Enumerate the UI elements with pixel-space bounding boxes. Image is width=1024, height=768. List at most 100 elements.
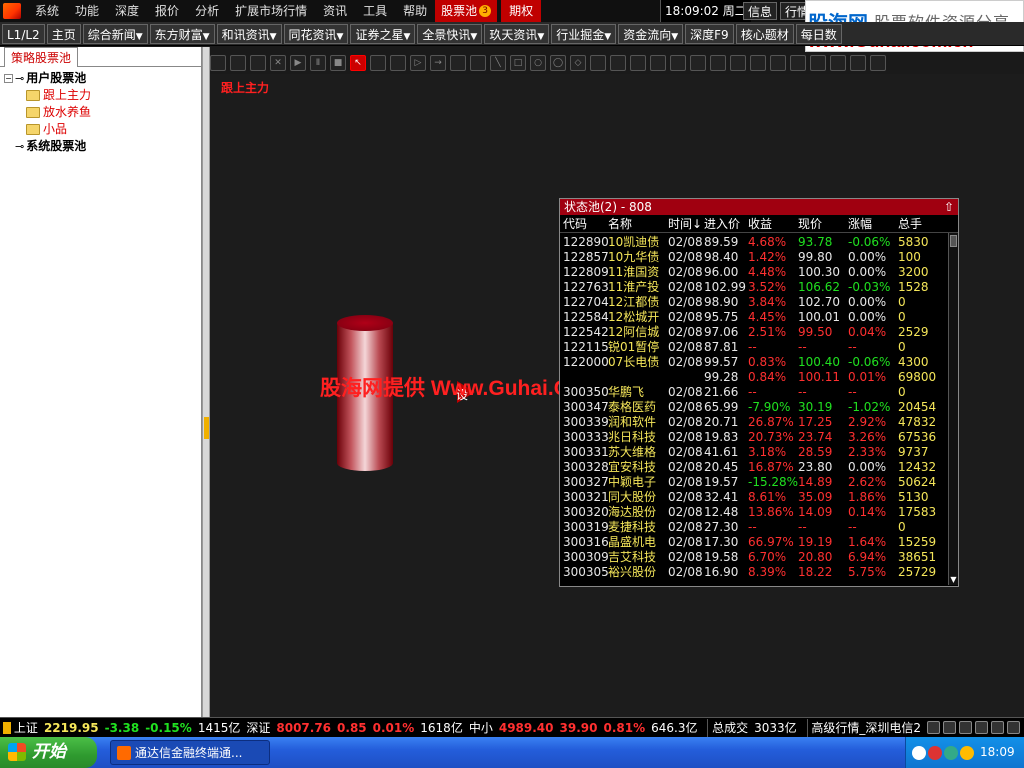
table-row[interactable]: 122809 11淮国资 02/08 96.00 4.48% 100.30 0.00% 320… xyxy=(560,265,958,280)
panorama-button[interactable]: 全景快讯▼ xyxy=(417,23,483,44)
align-bottom-icon[interactable] xyxy=(770,55,786,71)
menu-item-function[interactable]: 功能 xyxy=(67,0,107,22)
tree-node-small[interactable]: 小品 xyxy=(0,121,201,138)
same-width-icon[interactable] xyxy=(790,55,806,71)
same-size-icon[interactable] xyxy=(830,55,846,71)
table-row[interactable]: 122584 12松城开 02/08 95.75 4.45% 100.01 0.00% 0 xyxy=(560,310,958,325)
table-row[interactable]: 300320 海达股份 02/08 12.48 13.86% 14.09 0.14% 1758… xyxy=(560,505,958,520)
tray-chevron-icon[interactable] xyxy=(912,746,926,760)
menu-item-analysis[interactable]: 分析 xyxy=(187,0,227,22)
fill-icon[interactable] xyxy=(650,55,666,71)
table-row[interactable]: 300319 麦捷科技 02/08 27.30 -- -- -- 0 xyxy=(560,520,958,535)
pause-icon[interactable]: Ⅱ xyxy=(310,55,326,71)
menu-item-news[interactable]: 资讯 xyxy=(315,0,355,22)
menu-item-extended-market[interactable]: 扩展市场行情 xyxy=(227,0,315,22)
tray-network-icon[interactable] xyxy=(928,746,942,760)
table-row[interactable]: 300305 裕兴股份 02/08 16.90 8.39% 18.22 5.75% 25729 xyxy=(560,565,958,580)
tray-clock[interactable]: 18:09 xyxy=(980,737,1015,768)
info-button[interactable]: 信息 xyxy=(743,2,778,20)
scrollbar-thumb[interactable] xyxy=(950,235,957,247)
ellipse-icon[interactable]: ◯ xyxy=(550,55,566,71)
table-row[interactable]: 300333 兆日科技 02/08 19.83 20.73% 23.74 3.26% 6753… xyxy=(560,430,958,445)
table-row[interactable]: 300309 吉艾科技 02/08 19.58 6.70% 20.80 6.94% 38651 xyxy=(560,550,958,565)
pointer-icon[interactable]: ↖ xyxy=(350,55,366,71)
col-entry-price[interactable]: 进入价 xyxy=(704,215,748,232)
server-label[interactable]: 高级行情_深圳电信2 xyxy=(811,719,921,736)
diamond-icon[interactable]: ◇ xyxy=(570,55,586,71)
table-row[interactable]: 300327 中颖电子 02/08 19.57 -15.28% 14.89 2.62% 506… xyxy=(560,475,958,490)
alert-icon[interactable] xyxy=(975,721,988,734)
stockstar-button[interactable]: 证券之星▼ xyxy=(350,23,416,44)
depth-f9-button[interactable]: 深度F9 xyxy=(685,23,734,44)
table-row[interactable]: 300328 宜安科技 02/08 20.45 16.87% 23.80 0.00% 1243… xyxy=(560,460,958,475)
align-top-icon[interactable] xyxy=(750,55,766,71)
shape-icon[interactable] xyxy=(370,55,386,71)
table-row[interactable]: 122857 10九华债 02/08 98.40 1.42% 99.80 0.00% 100 xyxy=(560,250,958,265)
group-icon[interactable] xyxy=(850,55,866,71)
tab-strategy-pool[interactable]: 策略股票池 xyxy=(4,47,79,67)
table-row[interactable]: 122763 11淮产投 02/08 102.99 3.52% 106.62 -0.03% 1… xyxy=(560,280,958,295)
splitter-grip[interactable] xyxy=(204,417,209,439)
align-icon[interactable] xyxy=(670,55,686,71)
grid-icon[interactable] xyxy=(450,55,466,71)
tray-volume-icon[interactable] xyxy=(944,746,958,760)
circle-icon[interactable]: ○ xyxy=(530,55,546,71)
table-row[interactable]: 122704 12江都债 02/08 98.90 3.84% 102.70 0.00% 0 xyxy=(560,295,958,310)
ths-news-button[interactable]: 同花资讯▼ xyxy=(283,23,349,44)
menu-item-help[interactable]: 帮助 xyxy=(395,0,435,22)
hexun-button[interactable]: 和讯资讯▼ xyxy=(216,23,282,44)
tray-app-icon[interactable] xyxy=(960,746,974,760)
table-row[interactable]: 300316 晶盛机电 02/08 17.30 66.97% 19.19 1.64% 1525… xyxy=(560,535,958,550)
line-arrow-icon[interactable]: → xyxy=(430,55,446,71)
table-row[interactable]: 300321 同大股份 02/08 32.41 8.61% 35.09 1.86% 5130 xyxy=(560,490,958,505)
table-row[interactable]: 122000 07长电债 02/08 99.57 0.83% 100.40 -0.06% 43… xyxy=(560,355,958,370)
table-row[interactable]: 300339 润和软件 02/08 20.71 26.87% 17.25 2.92% 4783… xyxy=(560,415,958,430)
table-row[interactable]: 99.28 0.84% 100.11 0.01% 69800 xyxy=(560,370,958,385)
table-row[interactable]: 122890 10凯迪债 02/08 89.59 4.68% 93.78 -0.06% 583… xyxy=(560,235,958,250)
col-name[interactable]: 名称 xyxy=(608,215,668,232)
ungroup-icon[interactable] xyxy=(870,55,886,71)
refresh-icon[interactable] xyxy=(927,721,940,734)
table-row[interactable]: 300347 泰格医药 02/08 65.99 -7.90% 30.19 -1.02% 204… xyxy=(560,400,958,415)
menu-item-quote[interactable]: 报价 xyxy=(147,0,187,22)
fund-flow-button[interactable]: 资金流向▼ xyxy=(618,23,684,44)
text-icon[interactable] xyxy=(390,55,406,71)
paste-icon[interactable] xyxy=(610,55,626,71)
distribute-icon[interactable] xyxy=(690,55,706,71)
col-code[interactable]: 代码 xyxy=(560,215,608,232)
scroll-down-icon[interactable]: ▼ xyxy=(949,575,958,585)
menu-item-depth[interactable]: 深度 xyxy=(107,0,147,22)
taskbar-app-button[interactable]: 通达信金融终端通... xyxy=(110,740,270,765)
col-volume[interactable]: 总手 xyxy=(898,215,946,232)
panel-splitter[interactable] xyxy=(202,47,210,717)
open-icon[interactable] xyxy=(230,55,246,71)
line-icon[interactable]: ╲ xyxy=(490,55,506,71)
menu-item-system[interactable]: 系统 xyxy=(27,0,67,22)
mail-icon[interactable] xyxy=(959,721,972,734)
arrow-right-icon[interactable]: ▷ xyxy=(410,55,426,71)
table-row[interactable]: 122542 12阿信城 02/08 97.06 2.51% 99.50 0.04% 2529 xyxy=(560,325,958,340)
tree-node-raise-fish[interactable]: 放水养鱼 xyxy=(0,104,201,121)
align-right-icon[interactable] xyxy=(730,55,746,71)
pool-scrollbar[interactable]: ▼ xyxy=(948,233,958,585)
same-height-icon[interactable] xyxy=(810,55,826,71)
stop-icon[interactable]: ■ xyxy=(330,55,346,71)
tree-node-user-pool[interactable]: − ⊸ 用户股票池 xyxy=(0,70,201,87)
align-left-icon[interactable] xyxy=(710,55,726,71)
tab-options[interactable]: 期权 xyxy=(501,0,542,22)
collapse-icon[interactable]: − xyxy=(4,74,13,83)
play-icon[interactable]: ▶ xyxy=(290,55,306,71)
industry-button[interactable]: 行业掘金▼ xyxy=(551,23,617,44)
table-row[interactable]: 300331 苏大维格 02/08 41.61 3.18% 28.59 2.33% 9737 xyxy=(560,445,958,460)
table-row[interactable]: 300350 华鹏飞 02/08 21.66 -- -- -- 0 xyxy=(560,385,958,400)
copy-icon[interactable] xyxy=(590,55,606,71)
col-time[interactable]: 时间↓ xyxy=(668,215,704,232)
close-icon[interactable]: ✕ xyxy=(270,55,286,71)
col-change[interactable]: 涨幅 xyxy=(848,215,898,232)
collapse-up-icon[interactable]: ⇧ xyxy=(944,199,954,215)
general-news-button[interactable]: 综合新闻▼ xyxy=(82,23,148,44)
l1l2-button[interactable]: L1/L2 xyxy=(2,23,45,44)
core-topic-button[interactable]: 核心题材 xyxy=(735,23,794,44)
save-icon[interactable] xyxy=(250,55,266,71)
settings-icon[interactable] xyxy=(1007,721,1020,734)
